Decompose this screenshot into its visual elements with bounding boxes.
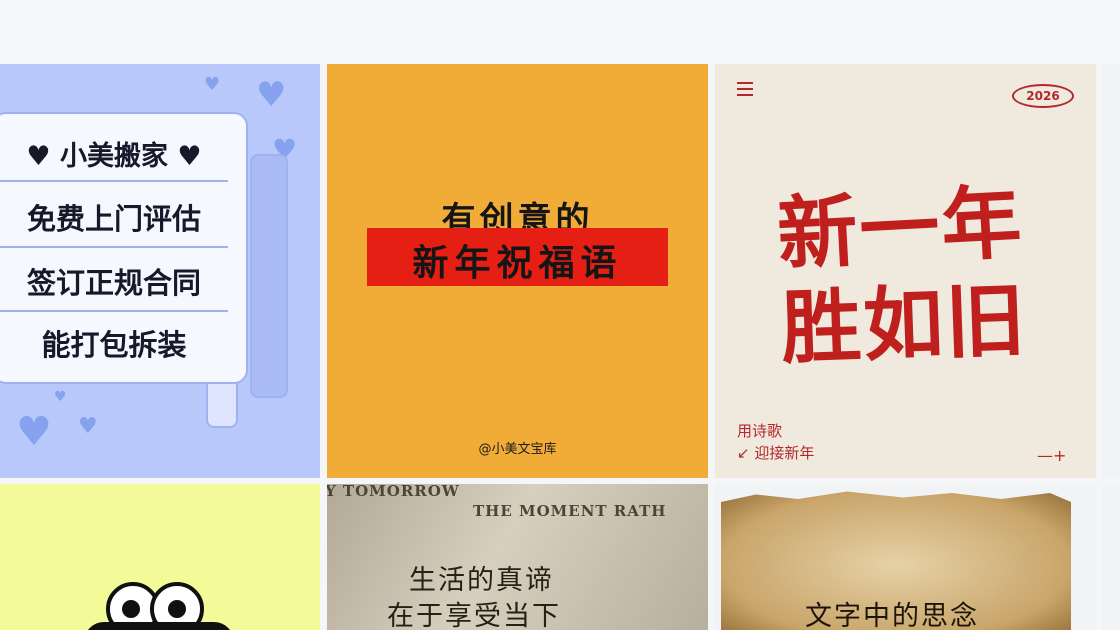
calligraphy-line2: 胜如旧 [779, 272, 1029, 376]
line-ornament-icon: —+ [1037, 446, 1067, 465]
divider [0, 246, 228, 248]
template-grid: ♥ ♥ ♥ ♥ ♥ ♥ ♥ 小美搬家 ♥ 免费上门评估 签订正规合同 能打包拆装… [0, 64, 1120, 630]
heart-icon: ♥ [78, 414, 98, 439]
corner-arrow-icon: ↙ [737, 444, 755, 462]
template-card-partial[interactable] [1102, 64, 1120, 478]
heart-icon: ♥ [54, 389, 67, 405]
quote-line-1: 生活的真谛 [409, 565, 554, 596]
parchment-text: 文字中的思念 [805, 601, 979, 630]
heart-icon: ♥ [204, 74, 221, 95]
template-card-greetings[interactable]: 有创意的 新年祝福语 @小美文宝库 [327, 64, 708, 478]
board-line: 免费上门评估 [26, 202, 201, 236]
card-subtitle-1: 用诗歌 [737, 422, 783, 440]
sign-board: ♥ 小美搬家 ♥ 免费上门评估 签订正规合同 能打包拆装 [0, 112, 248, 384]
board-line: 能打包拆装 [41, 328, 187, 362]
board-line: 签订正规合同 [26, 266, 201, 300]
english-line-1: Y TOMORROW [327, 484, 460, 500]
template-card-calligraphy[interactable]: 2026 新一年 胜如旧 用诗歌 ↙ 迎接新年 —+ [715, 64, 1096, 478]
board-title: ♥ 小美搬家 ♥ [26, 141, 202, 172]
top-bar [0, 0, 1120, 64]
menu-icon [737, 82, 753, 100]
year-badge: 2026 [1012, 84, 1074, 108]
template-card-quote[interactable]: Y TOMORROW THE MOMENT RATH 生活的真谛 在于享受当下 [327, 484, 708, 630]
card-credit: @小美文宝库 [478, 442, 557, 457]
heart-icon: ♥ [16, 409, 52, 455]
template-card-parchment[interactable]: 文字中的思念 [715, 484, 1096, 630]
heart-icon: ♥ [256, 75, 287, 115]
english-line-2: THE MOMENT RATH [473, 502, 667, 520]
quote-line-2: 在于享受当下 [387, 601, 561, 630]
divider [0, 310, 228, 312]
template-card-partial[interactable] [1102, 484, 1120, 630]
cartoon-body [84, 622, 234, 630]
card-title-line2: 新年祝福语 [412, 243, 623, 284]
card-subtitle-2: ↙ 迎接新年 [737, 442, 814, 463]
card-subtitle-2-text: 迎接新年 [754, 444, 815, 462]
divider [0, 180, 228, 182]
template-card-moving[interactable]: ♥ ♥ ♥ ♥ ♥ ♥ ♥ 小美搬家 ♥ 免费上门评估 签订正规合同 能打包拆装 [0, 64, 320, 478]
board-stand [250, 154, 288, 398]
template-card-cartoon[interactable] [0, 484, 320, 630]
